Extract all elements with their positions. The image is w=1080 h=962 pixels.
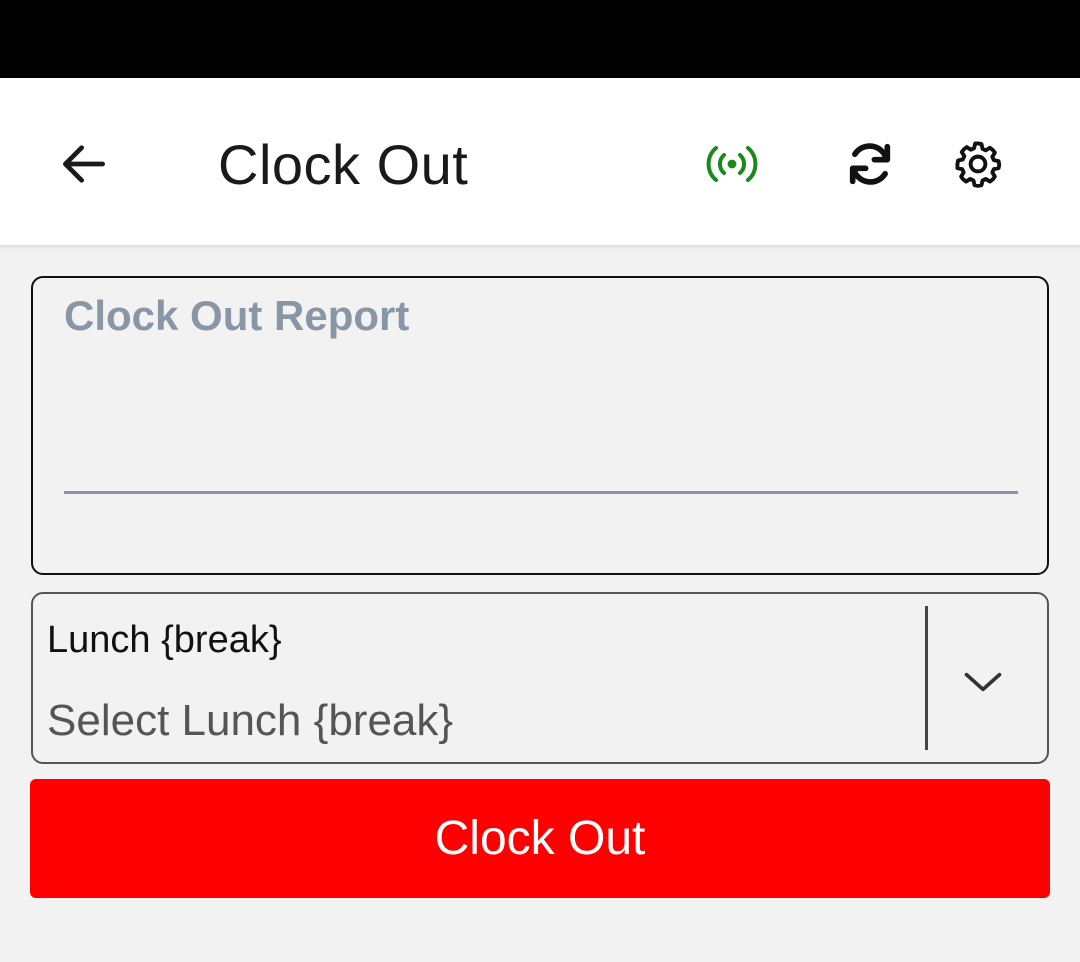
chevron-down-icon [964, 672, 1002, 692]
page-title: Clock Out [218, 133, 469, 196]
clock-out-button[interactable]: Clock Out [30, 779, 1050, 898]
status-bar [0, 0, 1080, 78]
arrow-left-icon [62, 145, 105, 183]
clock-out-report-label: Clock Out Report [64, 292, 410, 339]
clock-out-report-field: Clock Out Report [31, 276, 1049, 575]
select-divider [925, 606, 928, 750]
app-bar: Clock Out [0, 78, 1080, 245]
broadcast-signal-icon [706, 146, 758, 182]
sync-button[interactable] [836, 130, 904, 198]
lunch-break-label: Lunch {break} [47, 619, 282, 661]
gear-icon [955, 141, 1002, 188]
online-status-indicator [700, 136, 764, 192]
lunch-break-placeholder: Select Lunch {break} [47, 696, 454, 745]
clock-out-report-input[interactable] [64, 354, 1018, 494]
lunch-break-select[interactable]: Lunch {break} Select Lunch {break} [31, 592, 1049, 764]
settings-button[interactable] [944, 130, 1012, 198]
dropdown-toggle[interactable] [955, 654, 1011, 710]
back-button[interactable] [46, 126, 122, 202]
sync-icon [849, 143, 891, 185]
